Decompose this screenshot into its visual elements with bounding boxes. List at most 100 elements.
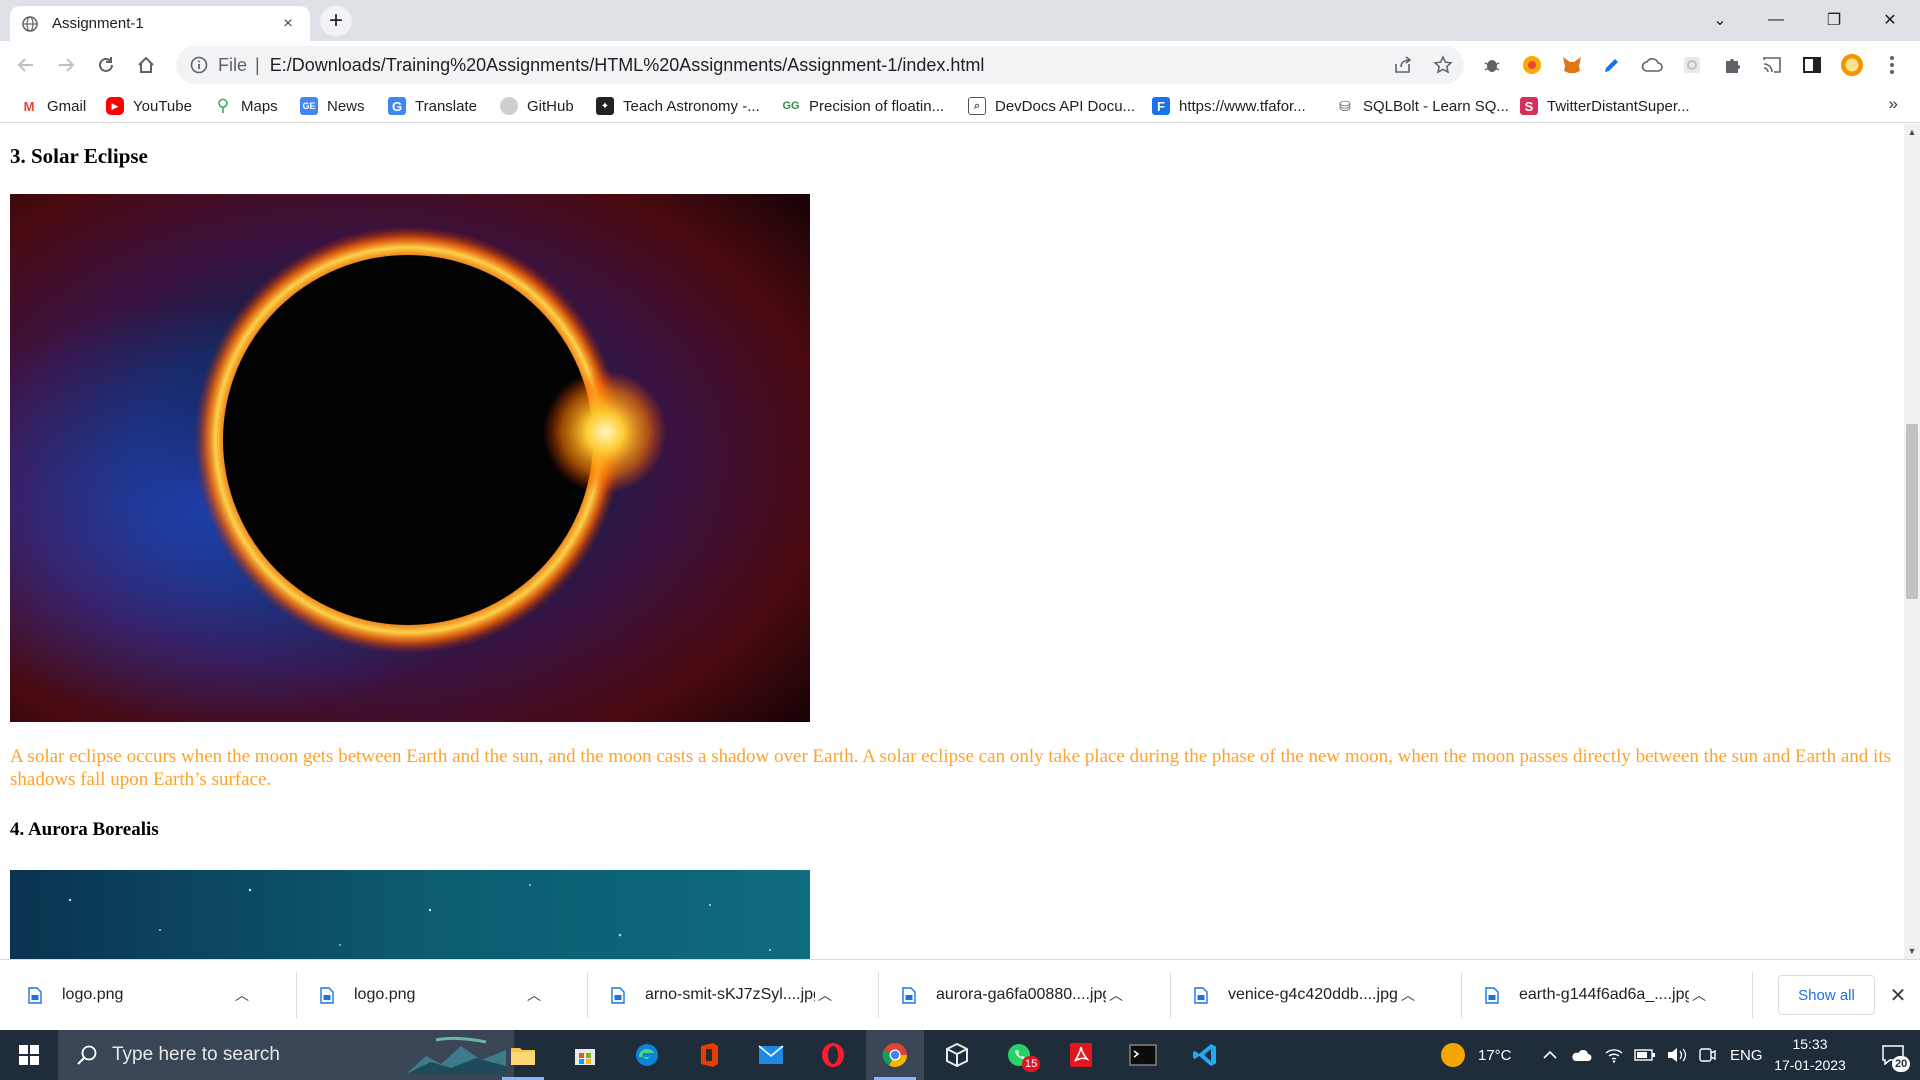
bookmark-tfafor[interactable]: Fhttps://www.tfafor...: [1152, 94, 1306, 118]
cast-icon[interactable]: [1760, 53, 1784, 77]
extension-bug-icon[interactable]: [1480, 53, 1504, 77]
input-language[interactable]: ENG: [1730, 1047, 1763, 1064]
file-explorer-icon[interactable]: [494, 1030, 552, 1080]
metamask-icon[interactable]: [1560, 53, 1584, 77]
download-shelf: logo.png ︿ logo.png ︿ arno-smit-sKJ7zSyl…: [0, 959, 1920, 1029]
notification-center-button[interactable]: 20: [1866, 1030, 1920, 1080]
bookmark-twitter-distant[interactable]: S TwitterDistantSuper...: [1520, 94, 1690, 118]
download-options-icon[interactable]: ︿: [232, 985, 252, 1005]
windows-logo-icon: [19, 1045, 39, 1065]
download-filename: venice-g4c420ddb....jpg: [1228, 986, 1398, 1003]
whatsapp-icon[interactable]: 15: [990, 1030, 1048, 1080]
s-icon: S: [1520, 97, 1538, 115]
chrome-icon[interactable]: [866, 1030, 924, 1080]
search-placeholder: Type here to search: [112, 1044, 280, 1065]
extension-pen-icon[interactable]: [1600, 53, 1624, 77]
bookmark-devdocs[interactable]: ⌕ DevDocs API Docu...: [968, 94, 1135, 118]
address-url[interactable]: E:/Downloads/Training%20Assignments/HTML…: [270, 55, 985, 76]
weather-widget[interactable]: 17°C: [1440, 1030, 1512, 1080]
extension-flower-icon[interactable]: [1520, 53, 1544, 77]
scroll-down-arrow-icon[interactable]: ▼: [1904, 943, 1920, 959]
extension-gear-icon[interactable]: [1680, 53, 1704, 77]
cloud-extension-icon[interactable]: [1640, 53, 1664, 77]
bookmark-precision[interactable]: GG Precision of floatin...: [782, 94, 944, 118]
clock-date: 17-01-2023: [1774, 1057, 1846, 1073]
bookmark-github[interactable]: GitHub: [500, 94, 574, 118]
taskbar-clock[interactable]: 15:33 17-01-2023: [1764, 1034, 1856, 1076]
bookmark-label: TwitterDistantSuper...: [1547, 97, 1690, 115]
profile-avatar[interactable]: [1840, 53, 1864, 77]
download-item[interactable]: logo.png ︿: [292, 960, 544, 1030]
github-icon: [500, 97, 518, 115]
download-options-icon[interactable]: ︿: [1398, 985, 1418, 1005]
info-icon[interactable]: [190, 56, 208, 74]
search-icon: [77, 1045, 97, 1065]
new-tab-button[interactable]: +: [320, 6, 352, 36]
address-bar[interactable]: File | E:/Downloads/Training%20Assignmen…: [176, 46, 1464, 84]
taskbar-search-box[interactable]: Type here to search: [58, 1030, 514, 1080]
bookmark-maps[interactable]: ⚲ Maps: [214, 94, 278, 118]
vscode-icon[interactable]: [1176, 1030, 1234, 1080]
bookmark-youtube[interactable]: ▶ YouTube: [106, 94, 192, 118]
bookmark-translate[interactable]: G Translate: [388, 94, 477, 118]
bookmark-news[interactable]: GE News: [300, 94, 365, 118]
file-icon: [611, 986, 625, 1004]
virtualbox-icon[interactable]: [928, 1030, 986, 1080]
forward-button[interactable]: [50, 49, 82, 81]
home-button[interactable]: [130, 49, 162, 81]
bookmark-star-button[interactable]: [1428, 50, 1458, 80]
tab-search-button[interactable]: ⌄: [1692, 0, 1748, 40]
share-button[interactable]: [1388, 50, 1418, 80]
office-icon[interactable]: [680, 1030, 738, 1080]
extensions-puzzle-icon[interactable]: [1720, 53, 1744, 77]
restore-button[interactable]: ❐: [1806, 0, 1862, 40]
download-item[interactable]: logo.png ︿: [0, 960, 252, 1030]
tab-assignment-1[interactable]: Assignment-1 ×: [10, 6, 310, 41]
volume-icon[interactable]: [1666, 1047, 1688, 1063]
menu-kebab-icon[interactable]: [1880, 53, 1904, 77]
reload-icon: [99, 57, 113, 72]
meet-now-icon[interactable]: [1698, 1046, 1716, 1064]
side-panel-icon[interactable]: [1800, 53, 1824, 77]
acrobat-icon[interactable]: [1052, 1030, 1110, 1080]
bookmarks-overflow-button[interactable]: »: [1889, 94, 1898, 114]
scroll-up-arrow-icon[interactable]: ▲: [1904, 124, 1920, 140]
download-options-icon[interactable]: ︿: [1106, 985, 1126, 1005]
f-icon: F: [1152, 97, 1170, 115]
tab-close-icon[interactable]: ×: [278, 15, 298, 33]
wifi-icon[interactable]: [1604, 1047, 1624, 1063]
bookmark-teach-astronomy[interactable]: ✦ Teach Astronomy -...: [596, 94, 760, 118]
download-item[interactable]: earth-g144f6ad6a_....jpg ︿: [1457, 960, 1709, 1030]
minimize-button[interactable]: —: [1748, 0, 1804, 40]
scroll-thumb[interactable]: [1906, 424, 1918, 599]
bookmark-label: Gmail: [47, 97, 87, 115]
astronomy-icon: ✦: [596, 97, 614, 115]
download-item[interactable]: venice-g4c420ddb....jpg ︿: [1166, 960, 1418, 1030]
edge-icon[interactable]: [618, 1030, 676, 1080]
opera-icon[interactable]: [804, 1030, 862, 1080]
start-button[interactable]: [0, 1030, 58, 1080]
close-shelf-icon[interactable]: ✕: [1885, 982, 1911, 1008]
search-highlight-image: [406, 1036, 506, 1074]
download-item[interactable]: aurora-ga6fa00880....jpg ︿: [874, 960, 1126, 1030]
youtube-icon: ▶: [106, 97, 124, 115]
download-options-icon[interactable]: ︿: [815, 985, 835, 1005]
battery-icon[interactable]: [1634, 1048, 1656, 1062]
share-icon: [1395, 56, 1412, 73]
show-all-downloads-button[interactable]: Show all: [1778, 975, 1875, 1015]
close-window-button[interactable]: ✕: [1862, 0, 1918, 40]
chevron-up-icon[interactable]: [1542, 1047, 1558, 1063]
microsoft-store-icon[interactable]: [556, 1030, 614, 1080]
bookmark-gmail[interactable]: M Gmail: [20, 94, 87, 118]
back-button[interactable]: [10, 49, 42, 81]
page-scrollbar[interactable]: ▲ ▼: [1904, 124, 1920, 959]
download-options-icon[interactable]: ︿: [1689, 985, 1709, 1005]
download-options-icon[interactable]: ︿: [524, 985, 544, 1005]
download-item[interactable]: arno-smit-sKJ7zSyl....jpg ︿: [583, 960, 835, 1030]
onedrive-cloud-icon[interactable]: [1570, 1047, 1592, 1063]
bookmark-sqlbolt[interactable]: ⛁ SQLBolt - Learn SQ...: [1336, 94, 1509, 118]
page-viewport: 3. Solar Eclipse A solar eclipse occurs …: [0, 124, 1904, 959]
reload-button[interactable]: [90, 49, 122, 81]
mail-icon[interactable]: [742, 1030, 800, 1080]
terminal-icon[interactable]: [1114, 1030, 1172, 1080]
